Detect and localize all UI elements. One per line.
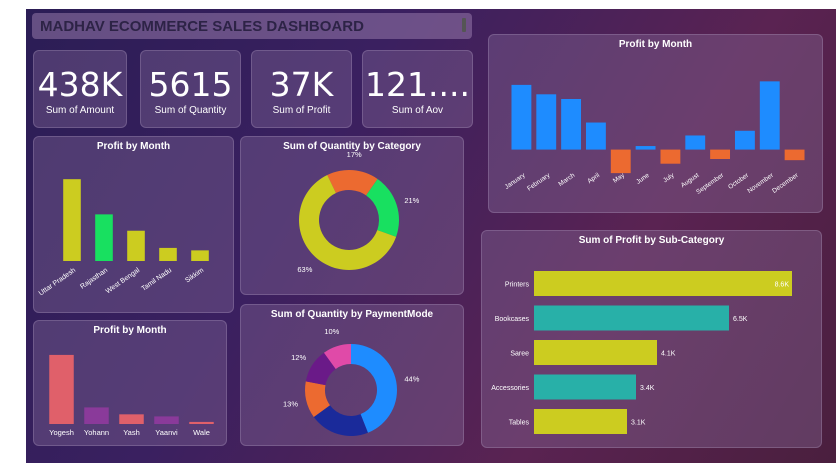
x-tick-label: Tamil Nadu <box>140 267 173 293</box>
x-tick-label: Yogesh <box>49 428 74 437</box>
person-profit-chart: Yogesh Yohann Yash Yaanvi Wale <box>49 354 214 437</box>
x-tick-label: Rajasthan <box>79 267 109 291</box>
chart-title: Profit by Month <box>96 141 171 152</box>
y-tick-label: Printers <box>505 282 530 289</box>
bar-may <box>610 149 631 174</box>
x-tick-label: April <box>586 172 601 186</box>
x-tick-label: Yash <box>123 428 140 437</box>
bar-wale <box>189 421 214 424</box>
x-tick-label: July <box>662 171 676 184</box>
bar-november <box>759 81 780 150</box>
slice-label: 10% <box>324 327 339 336</box>
data-label: 3.1K <box>631 420 646 427</box>
kpi-value: 5615 <box>148 65 233 104</box>
slice-label: 63% <box>297 265 312 274</box>
bar-rajasthan <box>95 214 113 261</box>
bar-april <box>585 122 606 150</box>
slice-label: 12% <box>291 353 306 362</box>
chart-title: Profit by Month <box>93 325 167 336</box>
bar-yohann <box>84 407 109 424</box>
y-tick-label: Accessories <box>491 385 529 392</box>
x-tick-label: May <box>612 171 627 184</box>
bar-printers <box>534 271 792 296</box>
slice-label: 44% <box>404 374 419 383</box>
x-tick-label: Uttar Pradesh <box>38 267 77 298</box>
state-profit-chart: Uttar Pradesh RajasthanWest Bengal Tamil N… <box>38 179 209 298</box>
bar-yash <box>119 414 144 424</box>
bar-february <box>536 94 557 150</box>
bar-october <box>734 130 755 150</box>
bar-july <box>660 149 681 164</box>
subcategory-profit-chart: Printers 8.6K Bookcases 6.5K Saree 4.1K Access… <box>491 271 792 434</box>
bar-september <box>710 149 731 159</box>
x-tick-label: Wale <box>193 428 210 437</box>
scrollbar-handle[interactable] <box>462 18 466 32</box>
chart-title: Sum of Profit by Sub-Category <box>578 235 725 246</box>
kpi-card-amount[interactable]: 438K Sum of Amount <box>33 50 127 128</box>
x-tick-label: June <box>635 172 651 186</box>
slice-label: 13% <box>283 400 298 409</box>
chart-card-subcategory[interactable]: Sum of Profit by Sub-Category Printers 8.… <box>481 230 822 448</box>
bar-tables <box>534 409 627 434</box>
bar-accessories <box>534 374 636 400</box>
bar-yogesh <box>49 354 74 424</box>
dashboard-title: MADHAV ECOMMERCE SALES DASHBOARD <box>40 18 364 35</box>
x-tick-label: Yaanvi <box>155 428 178 437</box>
bar-august <box>685 135 706 150</box>
chart-title: Profit by Month <box>618 39 693 50</box>
kpi-label: Sum of Aov <box>391 105 444 116</box>
dashboard-title-bar: MADHAV ECOMMERCE SALES DASHBOARD <box>32 13 472 39</box>
bar-bookcases <box>534 305 729 331</box>
data-label: 3.4K <box>640 385 655 392</box>
bar-saree <box>534 340 657 365</box>
x-tick-label: August <box>680 172 701 189</box>
kpi-label: Sum of Quantity <box>154 105 227 116</box>
bar-west-bengal <box>127 230 145 261</box>
data-label: 8.6K <box>775 282 790 289</box>
dashboard-canvas: MADHAV ECOMMERCE SALES DASHBOARD 438K Su… <box>26 9 836 463</box>
x-tick-label: Sikkim <box>184 267 205 285</box>
kpi-label: Sum of Profit <box>272 105 331 116</box>
chart-card-category[interactable]: Sum of Quantity by Category 17% 21% 63% <box>240 136 464 295</box>
chart-card-person[interactable]: Profit by Month Yogesh Yohann Yash Yaanvi Wa… <box>33 320 227 446</box>
kpi-label: Sum of Amount <box>45 105 115 116</box>
data-label: 4.1K <box>661 351 676 358</box>
x-tick-label: November <box>746 171 775 194</box>
monthly-profit-chart: January February March April May June July Augu… <box>504 81 805 196</box>
kpi-value: 121.... <box>365 65 470 104</box>
kpi-card-aov[interactable]: 121.... Sum of Aov <box>362 50 473 128</box>
y-tick-label: Tables <box>509 420 530 427</box>
y-tick-label: Saree <box>510 351 529 358</box>
bar-march <box>561 99 582 150</box>
bar-june <box>635 146 656 150</box>
chart-card-month[interactable]: Profit by Month January February March Apri… <box>488 34 823 213</box>
bar-january <box>511 84 532 150</box>
chart-card-payment[interactable]: Sum of Quantity by PaymentMode 44%21%13%… <box>240 304 464 455</box>
kpi-card-profit[interactable]: 37K Sum of Profit <box>251 50 352 128</box>
bar-uttar-pradesh <box>63 179 81 261</box>
kpi-card-quantity[interactable]: 5615 Sum of Quantity <box>140 50 241 128</box>
x-tick-label: March <box>557 172 576 188</box>
category-donut-chart: 17%21%63% <box>297 150 419 274</box>
x-tick-label: December <box>771 171 800 194</box>
x-tick-label: West Bengal <box>105 267 142 296</box>
slice-label: 21% <box>404 196 419 205</box>
payment-donut-chart: 44%21%13%12%10% <box>283 327 420 455</box>
chart-card-state[interactable]: Profit by Month Uttar Pradesh Rajasthan We… <box>33 136 234 313</box>
kpi-value: 438K <box>37 65 123 104</box>
data-label: 6.5K <box>733 316 748 323</box>
chart-title: Sum of Quantity by Category <box>283 141 421 152</box>
x-tick-label: January <box>504 171 528 190</box>
y-tick-label: Bookcases <box>495 316 530 323</box>
kpi-value: 37K <box>269 65 334 104</box>
x-tick-label: September <box>695 171 726 195</box>
bar-december <box>784 149 805 161</box>
bar-sikkim <box>191 250 209 261</box>
bar-yaanvi <box>154 416 179 424</box>
x-tick-label: Yohann <box>84 428 109 437</box>
bar-tamil-nadu <box>159 247 177 261</box>
x-tick-label: February <box>526 171 552 192</box>
chart-title: Sum of Quantity by PaymentMode <box>270 309 434 320</box>
